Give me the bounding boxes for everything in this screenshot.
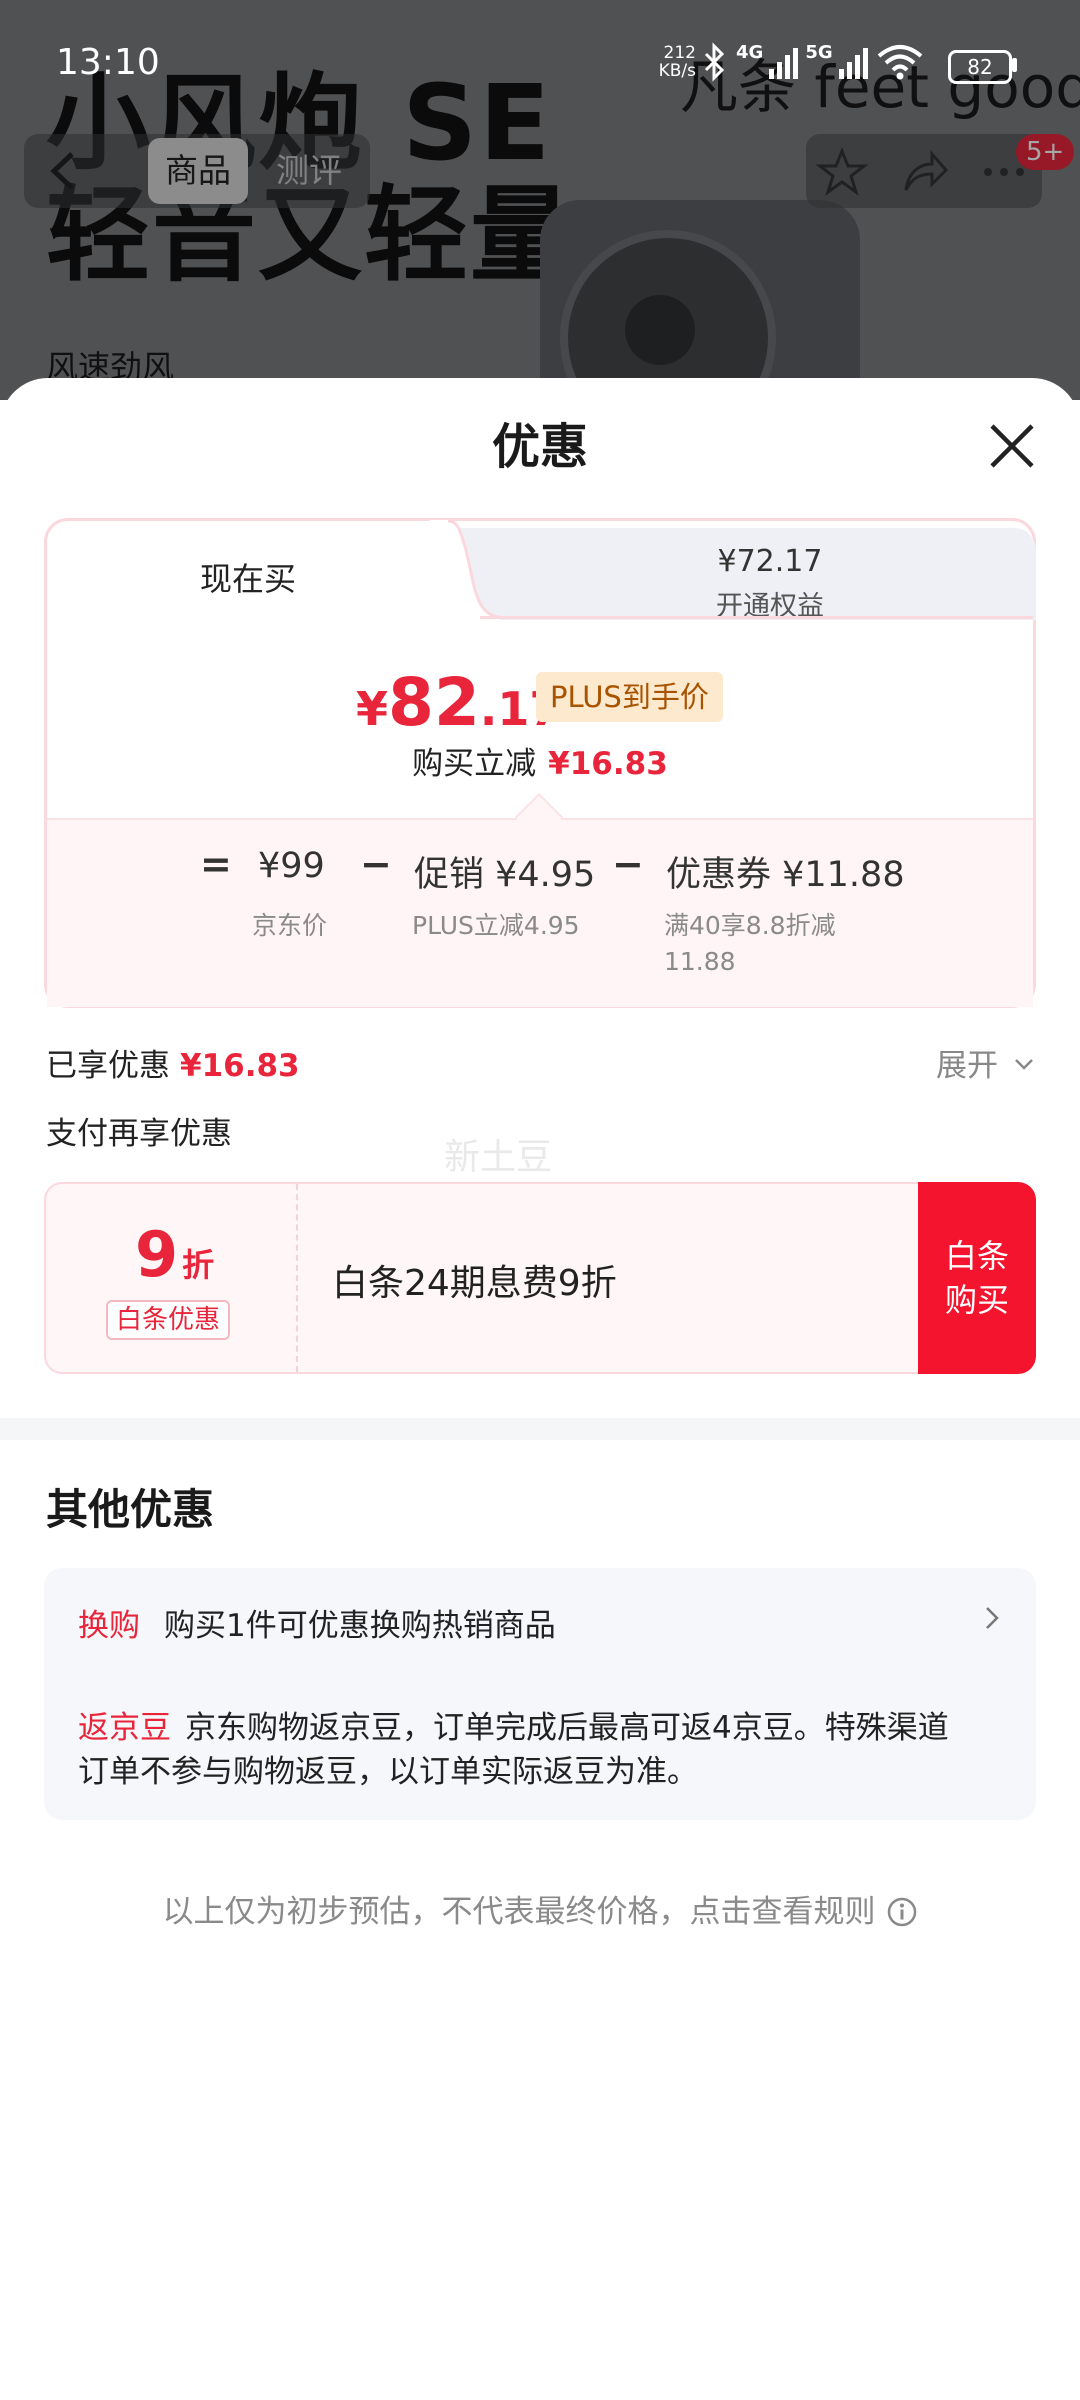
enjoyed-value: ¥16.83 <box>180 1048 300 1084</box>
price-integer: 82 <box>388 664 480 741</box>
instant-reduction: 购买立减 ¥16.83 <box>0 738 1080 783</box>
swap-offer-text[interactable]: 购买1件可优惠换购热销商品 <box>164 1600 556 1645</box>
baitiao-discount-rate: 9折 <box>135 1218 214 1291</box>
plus-price-tag: PLUS到手价 <box>536 672 723 722</box>
jd-bean-text: 京东购物返京豆，订单完成后最高可返4京豆。特殊渠道订单不参与购物返豆，以订单实际… <box>78 1710 949 1790</box>
baitiao-buy-button[interactable]: 白条 购买 <box>918 1182 1036 1374</box>
expand-button[interactable]: 展开 <box>936 1040 998 1085</box>
promo-value: 促销 ¥4.95 <box>414 855 596 895</box>
status-icons: 4G 5G <box>700 40 925 84</box>
chevron-down-icon[interactable] <box>1012 1052 1036 1076</box>
wifi-icon <box>877 45 922 80</box>
disclaimer-text: 以上仅为初步预估，不代表最终价格，点击查看规则 <box>162 1894 876 1930</box>
network-speed-value: 212 <box>663 43 696 63</box>
baitiao-buy-line2: 购买 <box>944 1281 1009 1319</box>
tab-buy-now-label: 现在买 <box>199 560 296 598</box>
network-speed-unit: KB/s <box>658 61 696 81</box>
battery-tip <box>1012 58 1017 72</box>
jd-price-label: 京东价 <box>252 911 328 940</box>
price-disclaimer[interactable]: 以上仅为初步预估，不代表最终价格，点击查看规则 <box>0 1886 1080 1931</box>
reduction-label: 购买立减 <box>412 746 537 782</box>
payment-discount-title: 支付再享优惠 <box>46 1116 232 1152</box>
baitiao-buy-line1: 白条 <box>944 1237 1009 1275</box>
signal-bars-icon <box>769 48 799 79</box>
chevron-right-icon[interactable] <box>978 1604 1006 1632</box>
equals-sign: = <box>200 842 232 886</box>
discount-number: 9 <box>135 1218 179 1291</box>
jd-bean-offer: 返京豆 京东购物返京豆，订单完成后最高可返4京豆。特殊渠道订单不参与购物返豆，以订… <box>78 1706 958 1794</box>
promo-label: PLUS立减4.95 <box>412 911 580 940</box>
other-offers-title: 其他优惠 <box>46 1485 215 1534</box>
clock: 13:10 <box>56 42 160 83</box>
final-price: ¥82.17 <box>356 664 561 741</box>
close-icon[interactable] <box>978 412 1046 480</box>
sheet-title: 优惠 <box>491 419 588 475</box>
signal-5g-label: 5G <box>805 42 833 63</box>
tab-buy-now[interactable]: 现在买 <box>48 522 448 622</box>
swap-tag[interactable]: 换购 <box>78 1600 140 1645</box>
plus-price[interactable]: ¥72.17 <box>620 544 920 579</box>
minus-sign: − <box>360 842 392 886</box>
section-divider <box>0 1418 1080 1440</box>
reduction-value: ¥16.83 <box>548 746 668 782</box>
watermark-text: 新土豆 <box>444 1137 553 1178</box>
price-currency: ¥ <box>356 682 389 736</box>
coupon-label-line2: 11.88 <box>664 947 736 976</box>
coupon-label: 满40享8.8折减 11.88 <box>664 908 836 980</box>
tab-divider <box>480 616 1033 619</box>
enjoyed-discount: 已享优惠 ¥16.83 <box>46 1040 300 1085</box>
signal-bars-icon <box>838 48 868 79</box>
baitiao-tag: 白条优惠 <box>106 1300 231 1340</box>
info-icon[interactable] <box>886 1896 918 1928</box>
jd-bean-tag: 返京豆 <box>78 1710 171 1746</box>
coupon-value: 优惠券 ¥11.88 <box>666 855 905 895</box>
enjoyed-label: 已享优惠 <box>46 1048 170 1084</box>
signal-4g-label: 4G <box>736 42 764 63</box>
battery-level: 82 <box>948 50 1012 84</box>
discount-unit: 折 <box>182 1246 215 1284</box>
minus-sign: − <box>612 842 644 886</box>
jd-price-value: ¥99 <box>258 846 325 886</box>
coupon-label-line1: 满40享8.8折减 <box>664 911 836 940</box>
status-bar: 13:10 212 KB/s 4G 5G 82 <box>0 0 1080 120</box>
bluetooth-icon <box>704 42 725 82</box>
network-speed: 212 KB/s <box>652 44 696 80</box>
baitiao-description: 白条24期息费9折 <box>332 1263 617 1304</box>
